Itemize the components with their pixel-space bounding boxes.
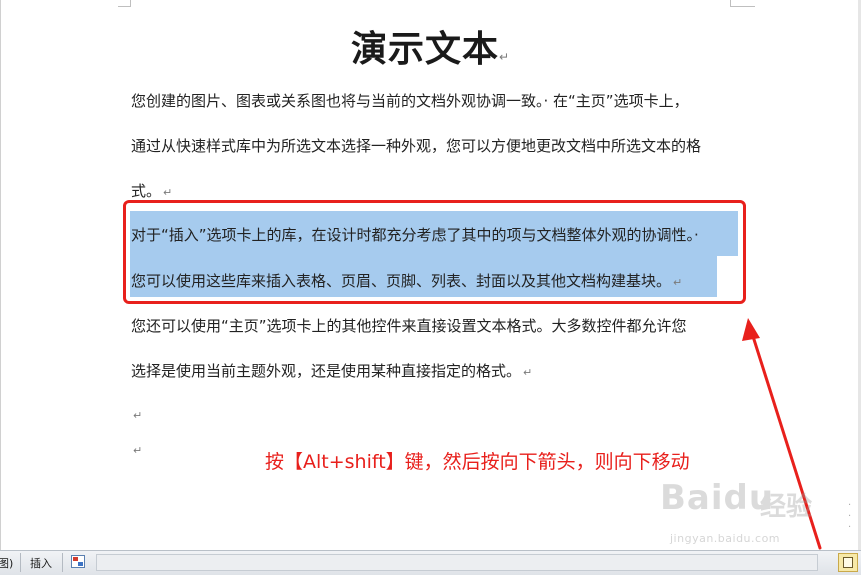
status-separator	[62, 553, 63, 572]
watermark-url: jingyan.baidu.com	[670, 532, 781, 545]
print-layout-view-button[interactable]	[838, 553, 858, 572]
side-fragment: · · ·	[848, 500, 852, 533]
watermark-logo: Baidu	[660, 478, 775, 518]
document-page[interactable]: 演示文本↵ 您创建的图片、图表或关系图也将与当前的文档外观协调一致。· 在“主页…	[0, 0, 861, 550]
status-bar: 图) 插入	[0, 550, 861, 575]
status-separator	[20, 553, 21, 572]
status-fragment[interactable]: 图)	[0, 555, 13, 571]
insert-mode-indicator[interactable]: 插入	[30, 555, 52, 571]
horizontal-scrollbar[interactable]	[96, 554, 818, 571]
watermark-cn: 经验	[760, 492, 813, 522]
page-view-icon	[843, 557, 853, 568]
macro-record-icon[interactable]	[71, 555, 85, 568]
baidu-watermark: Baidu 经验 jingyan.baidu.com	[660, 478, 830, 550]
